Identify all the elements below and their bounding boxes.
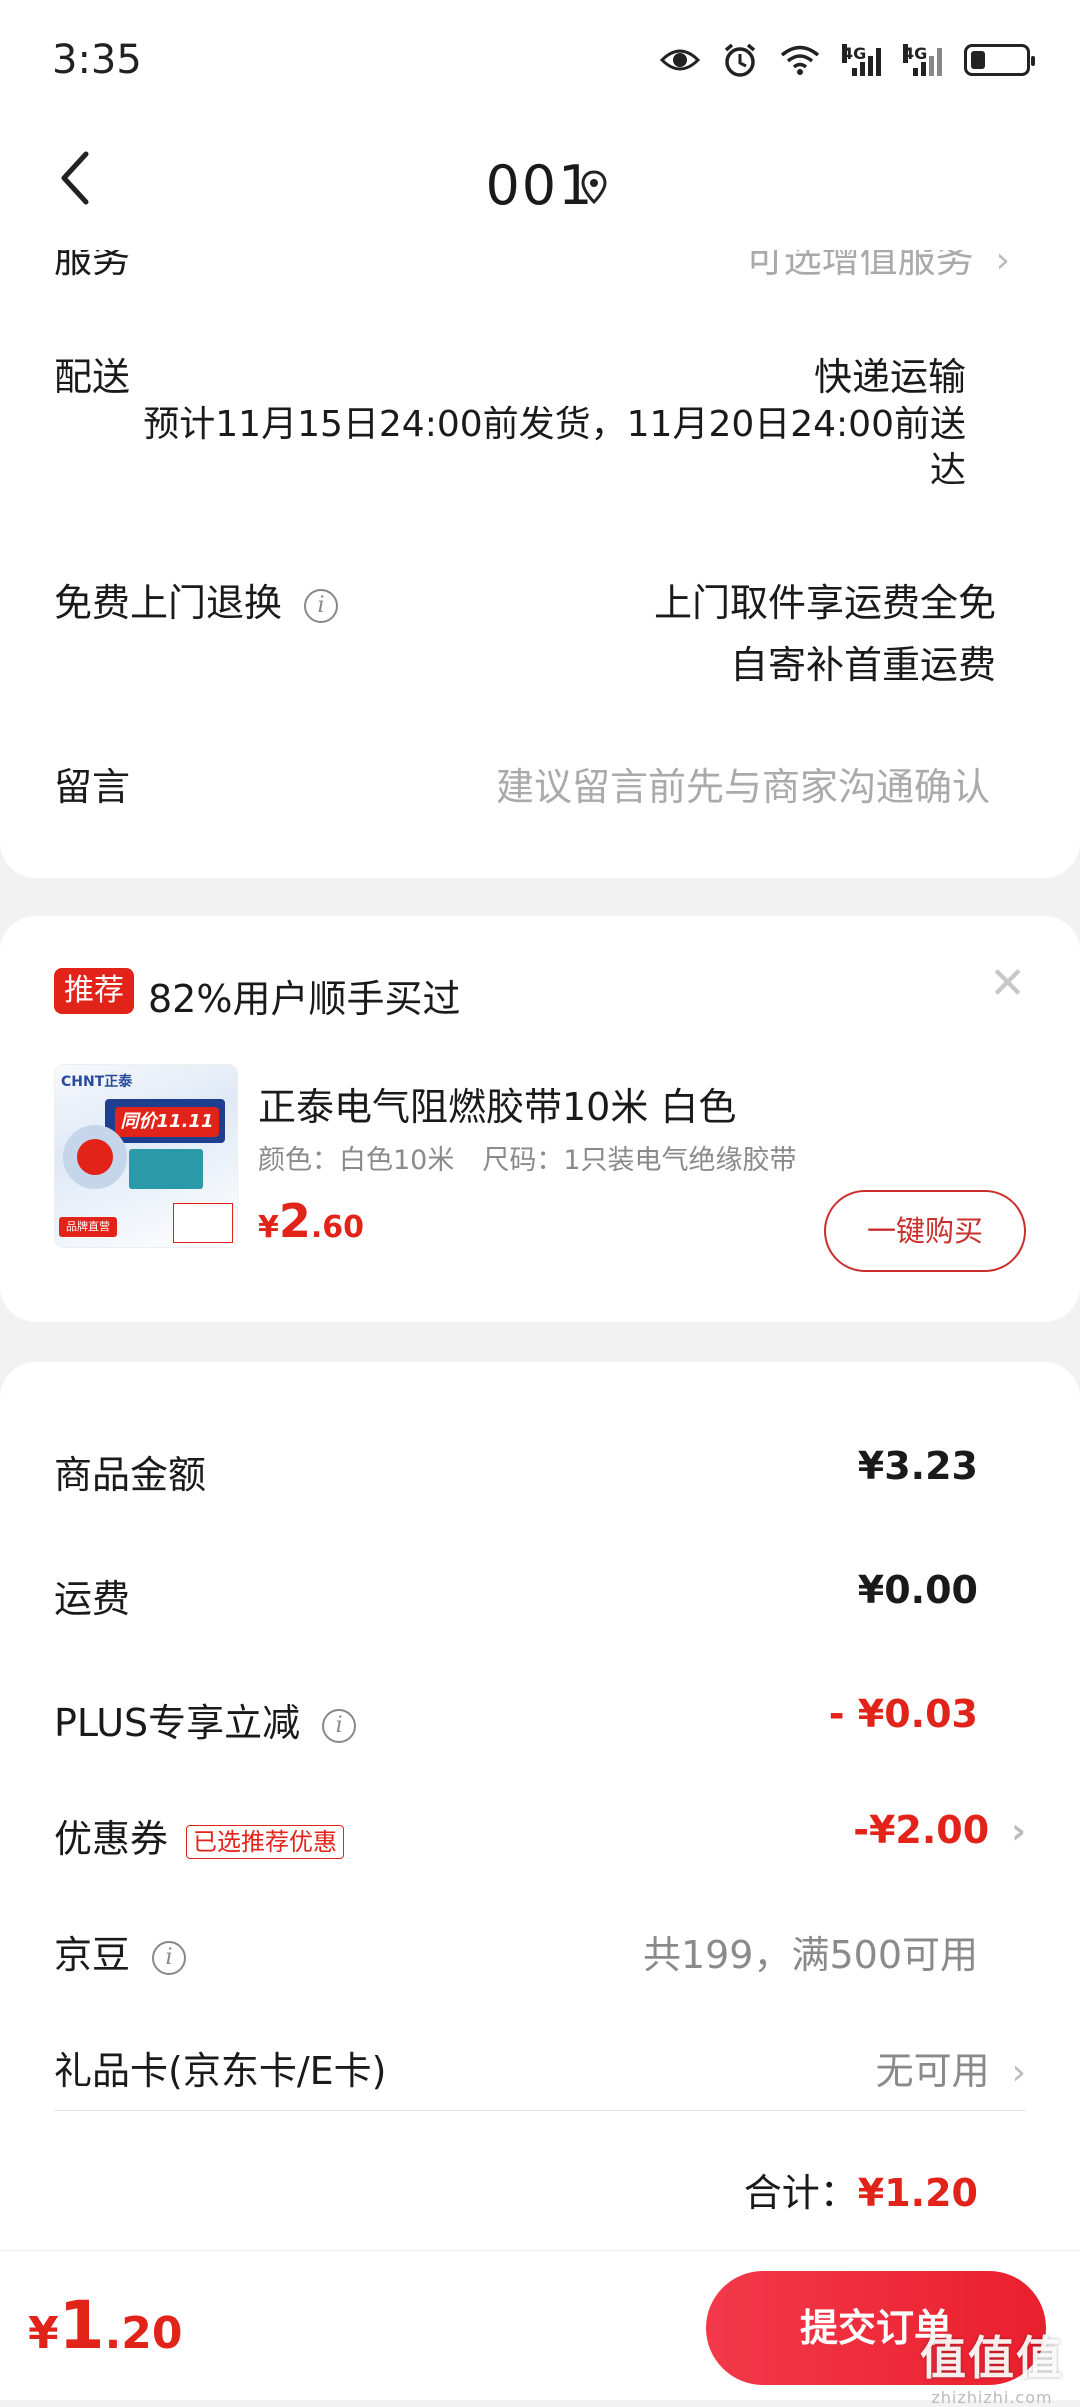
jingdou-row: 京豆 i 共199，满500可用 <box>0 1904 1080 1984</box>
product-spec: 颜色：白色10米 尺码：1只装电气绝缘胶带 <box>258 1138 797 1177</box>
product-image-brand: CHNT正泰 <box>61 1074 133 1090</box>
recommend-tag: 推荐 <box>54 968 134 1014</box>
product-image-promo: 同价11.11 <box>115 1107 219 1137</box>
total-wrap: 合计：¥1.20 <box>744 2162 978 2217</box>
product-spec-color: 颜色：白色10米 <box>258 1145 455 1176</box>
watermark: 值值值 zhizhizhi.com <box>920 2322 1064 2407</box>
bottom-price-integer: 1 <box>58 2287 105 2364</box>
info-icon[interactable]: i <box>322 1708 357 1743</box>
gift-card-value: 无可用 <box>875 2049 990 2093</box>
shipping-card: 服务 可选增值服务 › 配送 快递运输 预计11月15日24:00前发货，11月2… <box>0 250 1080 878</box>
gift-card-value-wrap: 无可用 › <box>876 2040 1026 2095</box>
coupon-label-wrap: 优惠券 已选推荐优惠 <box>54 1808 345 1863</box>
product-image-grid <box>173 1203 233 1243</box>
product-image-box <box>129 1149 203 1189</box>
close-icon[interactable]: ✕ <box>989 958 1026 1009</box>
bottom-bar: ¥1.20 提交订单 <box>0 2250 1080 2400</box>
coupon-value: -¥2.00 <box>853 1808 990 1852</box>
freight-value: ¥0.00 <box>857 1568 978 1612</box>
price-symbol: ¥ <box>258 1210 279 1245</box>
jingdou-label-wrap: 京豆 i <box>54 1924 187 1979</box>
network-label: 4G <box>903 44 928 63</box>
message-input[interactable]: 建议留言前先与商家沟通确认 <box>496 756 990 811</box>
freight-label: 运费 <box>54 1577 131 1621</box>
delivery-estimate-line-2: 达 <box>929 450 966 491</box>
jingdou-label: 京豆 <box>54 1933 131 1977</box>
product-image-badge: 品牌直营 <box>59 1217 117 1237</box>
freight-row: 运费 ¥0.00 <box>0 1548 1080 1628</box>
bottom-price-decimal: .20 <box>104 2308 183 2359</box>
product-price: ¥2.60 <box>258 1194 364 1248</box>
watermark-main: 值值值 <box>920 2331 1064 2385</box>
coupon-value-wrap: -¥2.00 › <box>853 1808 1026 1852</box>
gift-card-label: 礼品卡(京东卡/E卡) <box>54 2049 387 2093</box>
delivery-estimate-line-1: 预计11月15日24:00前发货，11月20日24:00前送 <box>143 404 966 445</box>
free-return-value: 上门取件享运费全免 自寄补首重运费 <box>654 572 996 696</box>
page-title: 001 <box>485 154 595 217</box>
info-icon[interactable]: i <box>304 588 339 623</box>
chevron-right-icon: › <box>1011 1811 1026 1852</box>
watermark-sub: zhizhizhi.com <box>931 2388 1053 2407</box>
price-summary-card: 商品金额 ¥3.23 运费 ¥0.00 PLUS专享立减 i - ¥0.03 优惠… <box>0 1362 1080 2362</box>
price-decimal: .60 <box>310 1210 365 1245</box>
product-image-roll <box>63 1125 127 1189</box>
plus-discount-label: PLUS专享立减 <box>54 1701 301 1745</box>
status-bar: 3:35 4G 4G <box>0 0 1080 120</box>
total-label: 合计： <box>743 2171 858 2215</box>
recommend-title: 82%用户顺手买过 <box>148 977 461 1021</box>
status-time: 3:35 <box>52 37 142 83</box>
one-click-buy-button[interactable]: 一键购买 <box>824 1190 1026 1272</box>
battery-icon <box>964 44 1035 76</box>
eye-icon <box>660 46 700 74</box>
jingdou-value: 共199，满500可用 <box>642 1933 978 1977</box>
nav-bar: 001 <box>0 120 1080 250</box>
recommend-card: 推荐 82%用户顺手买过 ✕ CHNT正泰 同价11.11 品牌直营 正泰电气阻… <box>0 916 1080 1322</box>
gift-card-row[interactable]: 礼品卡(京东卡/E卡) 无可用 › <box>0 2020 1080 2100</box>
goods-amount-value: ¥3.23 <box>857 1444 978 1488</box>
chevron-right-icon: › <box>1011 2052 1026 2093</box>
bottom-price-symbol: ¥ <box>28 2308 59 2359</box>
free-return-line-1: 上门取件享运费全免 <box>653 581 996 625</box>
delivery-estimate: 预计11月15日24:00前发货，11月20日24:00前送 达 <box>143 402 966 494</box>
battery-level <box>971 51 985 69</box>
service-value[interactable]: 可选增值服务 › <box>746 250 1010 283</box>
free-return-label: 免费上门退换 <box>54 581 283 625</box>
total-value: ¥1.20 <box>857 2171 978 2215</box>
service-label: 服务 <box>54 250 131 281</box>
delivery-method[interactable]: 快递运输 <box>814 346 966 401</box>
total-row: 合计：¥1.20 <box>0 2142 1080 2222</box>
plus-discount-value: - ¥0.03 <box>828 1692 978 1736</box>
plus-discount-label-wrap: PLUS专享立减 i <box>54 1692 357 1747</box>
location-pin-icon[interactable] <box>580 170 608 204</box>
coupon-label: 优惠券 <box>54 1817 169 1861</box>
signal-4g-icon: 4G <box>842 44 881 76</box>
message-label: 留言 <box>54 765 131 809</box>
product-image[interactable]: CHNT正泰 同价11.11 品牌直营 <box>54 1064 238 1248</box>
signal-4g-icon: 4G <box>903 44 942 76</box>
bottom-total-price: ¥1.20 <box>28 2287 183 2364</box>
status-icons: 4G 4G <box>660 42 1035 78</box>
network-label: 4G <box>842 44 867 63</box>
coupon-selected-tag: 已选推荐优惠 <box>186 1824 345 1859</box>
delivery-label: 配送 <box>54 355 131 399</box>
chevron-right-icon: › <box>995 250 1010 281</box>
info-icon[interactable]: i <box>152 1940 187 1975</box>
price-integer: 2 <box>278 1194 311 1248</box>
service-value-text: 可选增值服务 <box>745 250 974 281</box>
product-spec-size: 尺码：1只装电气绝缘胶带 <box>482 1145 797 1176</box>
product-name[interactable]: 正泰电气阻燃胶带10米 白色 <box>258 1076 736 1131</box>
wifi-icon <box>780 44 820 76</box>
goods-amount-row: 商品金额 ¥3.23 <box>0 1424 1080 1504</box>
plus-discount-row: PLUS专享立减 i - ¥0.03 <box>0 1672 1080 1752</box>
free-return-line-2: 自寄补首重运费 <box>729 643 996 687</box>
goods-amount-label: 商品金额 <box>54 1453 207 1497</box>
free-return-row: 免费上门退换 i <box>54 572 339 627</box>
alarm-icon <box>722 42 758 78</box>
divider <box>54 2110 1026 2111</box>
coupon-row[interactable]: 优惠券 已选推荐优惠 -¥2.00 › <box>0 1788 1080 1868</box>
